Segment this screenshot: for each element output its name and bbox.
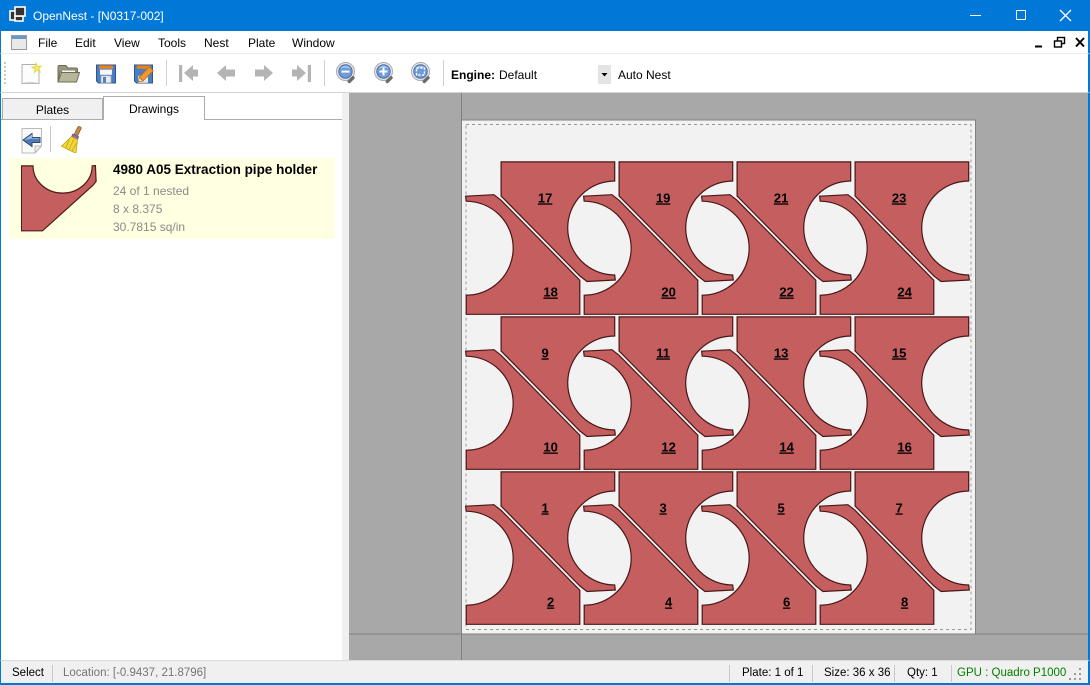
svg-text:3: 3 bbox=[659, 500, 666, 515]
svg-text:7: 7 bbox=[895, 500, 902, 515]
svg-text:2: 2 bbox=[547, 595, 554, 610]
svg-text:6: 6 bbox=[783, 595, 790, 610]
svg-text:8: 8 bbox=[901, 595, 908, 610]
svg-text:17: 17 bbox=[538, 190, 552, 205]
svg-text:4: 4 bbox=[665, 595, 673, 610]
svg-text:10: 10 bbox=[543, 440, 557, 455]
svg-text:11: 11 bbox=[656, 345, 670, 360]
svg-text:16: 16 bbox=[897, 440, 911, 455]
svg-text:24: 24 bbox=[897, 285, 912, 300]
svg-text:13: 13 bbox=[774, 345, 788, 360]
svg-text:9: 9 bbox=[541, 345, 548, 360]
svg-text:1: 1 bbox=[541, 500, 548, 515]
svg-text:18: 18 bbox=[543, 285, 557, 300]
svg-text:15: 15 bbox=[892, 345, 906, 360]
svg-text:14: 14 bbox=[779, 440, 794, 455]
svg-text:22: 22 bbox=[779, 285, 793, 300]
svg-text:21: 21 bbox=[774, 190, 788, 205]
svg-text:5: 5 bbox=[777, 500, 784, 515]
svg-text:23: 23 bbox=[892, 190, 906, 205]
svg-text:20: 20 bbox=[661, 285, 675, 300]
svg-text:19: 19 bbox=[656, 190, 670, 205]
svg-text:12: 12 bbox=[661, 440, 675, 455]
